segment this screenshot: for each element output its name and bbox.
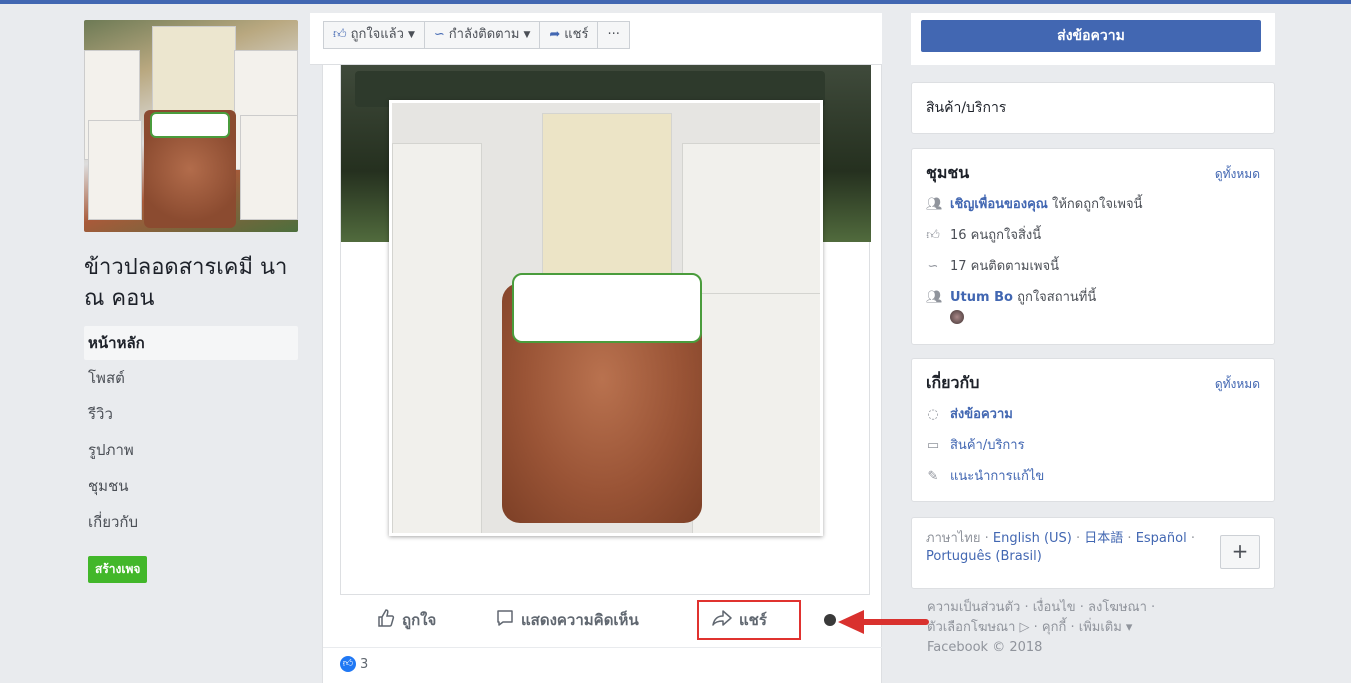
language-english[interactable]: English (US) [993,531,1072,546]
nav-item-posts[interactable]: โพสต์ [84,360,298,396]
messenger-icon: ◌ [927,407,939,422]
language-list: ภาษาไทย · English (US) · 日本語 · Español ·… [926,531,1195,564]
friend-like-text: ถูกใจสถานที่นี้ [1017,290,1097,305]
language-japanese[interactable]: 日本語 [1084,531,1123,546]
post-like-label: ถูกใจ [402,611,437,629]
following-label: กำลังติดตาม [448,27,520,42]
people-icon: 👥︎ [926,197,943,212]
suggest-edit-row: ✎ แนะนำการแก้ไข [926,468,1260,499]
liked-button[interactable]: 👍︎ ถูกใจแล้ว ▼ [323,21,425,49]
pencil-icon: ✎ [927,469,939,484]
post-share-button[interactable]: แชร์ [697,600,801,640]
page-footer: ความเป็นส่วนตัว · เงื่อนไข · ลงโฆษณา · ต… [927,598,1227,658]
nav-item-community[interactable]: ชุมชน [84,468,298,504]
share-label: แชร์ [564,27,589,42]
people-icon: 👥︎ [926,290,943,305]
about-see-all-link[interactable]: ดูทั้งหมด [1215,375,1260,394]
post-actions-bar: ถูกใจ แสดงความคิดเห็น แชร์ [340,595,870,645]
share-page-button[interactable]: ➦ แชร์ [539,21,599,49]
about-message-row: ◌ ส่งข้อความ [926,406,1260,437]
nav-item-reviews[interactable]: รีวิว [84,396,298,432]
comment-icon [495,608,515,632]
post-share-label: แชร์ [739,611,767,629]
liked-label: ถูกใจแล้ว [350,27,404,42]
more-languages-button[interactable]: + [1220,535,1260,569]
community-title[interactable]: ชุมชน [926,161,969,186]
divider [323,647,883,648]
create-page-button[interactable]: สร้างเพจ [88,556,148,583]
top-bar-edge [0,0,1351,4]
category-card: สินค้า/บริการ [911,82,1275,134]
friend-avatar[interactable] [950,310,964,324]
thumbs-up-outline-icon [376,608,396,632]
language-current: ภาษาไทย [926,531,981,546]
following-button[interactable]: ∽ กำลังติดตาม ▼ [423,21,541,49]
share-arrow-icon: ➦ [549,27,561,42]
thumbs-up-icon: 👍︎ [333,27,347,42]
product-photo[interactable] [389,100,823,536]
post-card: ถูกใจ แสดงความคิดเห็น แชร์ 👍︎ 3 [322,65,883,683]
caret-down-icon: ▼ [407,30,415,40]
footer-links-line-2[interactable]: ตัวเลือกโฆษณา ▷ · คุกกี้ · เพิ่มเติม ▾ [927,618,1227,638]
rss-icon: ∽ [433,27,445,42]
follows-row: ∽ 17 คนติดตามเพจนี้ [926,258,1260,289]
caret-down-icon: ▼ [523,30,531,40]
about-card: เกี่ยวกับ ดูทั้งหมด ◌ ส่งข้อความ ▭ สินค้… [911,358,1275,502]
page-profile-picture[interactable] [84,20,298,232]
page-nav: หน้าหลัก โพสต์ รีวิว รูปภาพ ชุมชน เกี่ยว… [84,326,298,540]
reaction-count: 3 [360,656,369,672]
nav-item-home[interactable]: หน้าหลัก [84,326,298,360]
footer-links-line-1[interactable]: ความเป็นส่วนตัว · เงื่อนไข · ลงโฆษณา · [927,598,1227,618]
page-category[interactable]: สินค้า/บริการ [926,100,1006,116]
language-card: ภาษาไทย · English (US) · 日本語 · Español ·… [911,517,1275,589]
post-photo-area[interactable] [340,65,871,595]
red-arrow-annotation [824,610,929,634]
friend-name-link[interactable]: Utum Bo [950,290,1013,305]
share-outline-icon [711,609,733,631]
post-like-button[interactable]: ถูกใจ [376,602,436,638]
nav-item-about[interactable]: เกี่ยวกับ [84,504,298,540]
likes-row: 👍︎ 16 คนถูกใจสิ่งนี้ [926,227,1260,258]
about-category-link[interactable]: สินค้า/บริการ [950,437,1025,455]
thumbs-up-icon: 👍︎ [926,228,940,243]
page-title[interactable]: ข้าวปลอดสารเคมี นา ณ คอน [84,252,298,314]
invite-friends-row: 👥︎ เชิญเพื่อนของคุณ ให้กดถูกใจเพจนี้ [926,196,1260,227]
page-action-toolbar: 👍︎ ถูกใจแล้ว ▼ ∽ กำลังติดตาม ▼ ➦ แชร์ ··… [310,13,882,65]
likes-count[interactable]: 16 คนถูกใจสิ่งนี้ [950,227,1041,245]
nav-item-photos[interactable]: รูปภาพ [84,432,298,468]
invite-text: ให้กดถูกใจเพจนี้ [1052,197,1143,212]
storefront-icon: ▭ [926,438,940,453]
follows-count[interactable]: 17 คนติดตามเพจนี้ [950,258,1059,276]
friend-like-row: 👥︎ Utum Bo ถูกใจสถานที่นี้ [926,289,1260,329]
like-reaction-icon: 👍︎ [340,656,356,672]
community-card: ชุมชน ดูทั้งหมด 👥︎ เชิญเพื่อนของคุณ ให้ก… [911,148,1275,345]
language-spanish[interactable]: Español [1136,531,1187,546]
rss-icon: ∽ [927,259,939,274]
footer-copyright: Facebook © 2018 [927,640,1043,655]
send-message-button[interactable]: ส่งข้อความ [921,20,1261,52]
language-portuguese[interactable]: Português (Brasil) [926,549,1042,564]
more-options-button[interactable]: ··· [597,21,630,49]
about-message-link[interactable]: ส่งข้อความ [950,406,1013,424]
message-card: ส่งข้อความ [911,13,1275,65]
about-title[interactable]: เกี่ยวกับ [926,371,979,396]
about-category-row: ▭ สินค้า/บริการ [926,437,1260,468]
post-comment-button[interactable]: แสดงความคิดเห็น [495,602,639,638]
suggest-edit-link[interactable]: แนะนำการแก้ไข [950,468,1044,486]
page-left-column: ข้าวปลอดสารเคมี นา ณ คอน หน้าหลัก โพสต์ … [84,20,298,583]
post-comment-label: แสดงความคิดเห็น [521,611,639,629]
community-see-all-link[interactable]: ดูทั้งหมด [1215,165,1260,184]
reaction-summary[interactable]: 👍︎ 3 [340,656,368,672]
invite-friends-link[interactable]: เชิญเพื่อนของคุณ [950,197,1048,212]
